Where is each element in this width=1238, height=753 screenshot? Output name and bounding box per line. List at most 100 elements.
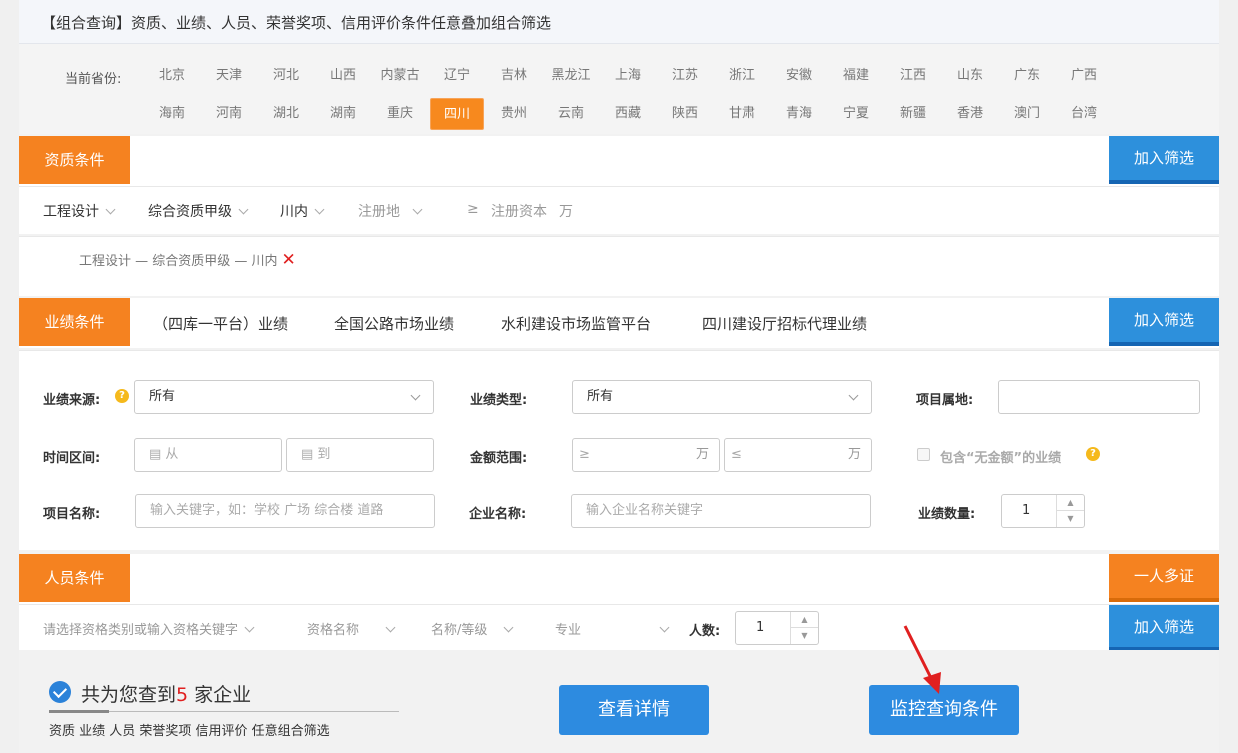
chevron-down-icon[interactable]: ▼ bbox=[791, 628, 818, 644]
help-icon[interactable]: ? bbox=[115, 389, 129, 403]
tab-perf-2[interactable]: 水利建设市场监管平台 bbox=[501, 313, 651, 334]
cert-name-dropdown[interactable]: 资格名称 bbox=[307, 619, 396, 638]
province-item[interactable]: 台湾 bbox=[1057, 98, 1111, 130]
province-item[interactable]: 西藏 bbox=[601, 98, 655, 130]
province-item[interactable]: 北京 bbox=[145, 60, 199, 92]
count-label: 业绩数量: bbox=[918, 507, 976, 522]
qual-regplace-dropdown[interactable]: 注册地 bbox=[358, 201, 423, 221]
location-input[interactable] bbox=[998, 380, 1200, 414]
province-item[interactable]: 吉林 bbox=[487, 60, 541, 92]
calendar-icon: ▤ bbox=[149, 447, 166, 462]
time-label: 时间区间: bbox=[43, 451, 101, 466]
type-select[interactable]: 所有 bbox=[572, 380, 872, 414]
province-item[interactable]: 广西 bbox=[1057, 60, 1111, 92]
performance-add-button[interactable]: 加入筛选 bbox=[1109, 298, 1219, 346]
close-icon[interactable]: ✕ bbox=[282, 250, 296, 270]
province-item[interactable]: 贵州 bbox=[487, 98, 541, 130]
province-item[interactable]: 福建 bbox=[829, 60, 883, 92]
perf-count-value: 1 bbox=[1022, 503, 1031, 518]
type-value: 所有 bbox=[587, 389, 614, 404]
qual-category-value: 工程设计 bbox=[43, 204, 99, 220]
perf-count-stepper[interactable]: 1 ▲ ▼ bbox=[1001, 494, 1085, 528]
tab-perf-0[interactable]: （四库一平台）业绩 bbox=[153, 313, 288, 334]
province-item[interactable]: 浙江 bbox=[715, 60, 769, 92]
province-item[interactable]: 陕西 bbox=[658, 98, 712, 130]
province-item[interactable]: 山西 bbox=[316, 60, 370, 92]
staff-filter-row: 请选择资格类别或输入资格关键字 资格名称 名称/等级 专业 人数: 1 ▲ ▼ 加… bbox=[19, 604, 1219, 651]
multi-cert-button[interactable]: 一人多证 bbox=[1109, 554, 1219, 602]
qual-capital-unit: 万 bbox=[559, 204, 573, 220]
amount-min-input[interactable]: ≥ 万 bbox=[572, 438, 720, 472]
province-item[interactable]: 河北 bbox=[259, 60, 313, 92]
divider bbox=[49, 710, 399, 713]
time-to-input[interactable]: ▤ 到 bbox=[286, 438, 434, 472]
staff-count-stepper[interactable]: 1 ▲ ▼ bbox=[735, 611, 819, 645]
province-item[interactable]: 内蒙古 bbox=[373, 60, 427, 92]
province-item[interactable]: 云南 bbox=[544, 98, 598, 130]
company-input[interactable]: 输入企业名称关键字 bbox=[571, 494, 871, 528]
chevron-down-icon bbox=[238, 204, 249, 215]
qual-category-dropdown[interactable]: 工程设计 bbox=[43, 201, 116, 221]
qual-region-dropdown[interactable]: 川内 bbox=[280, 201, 325, 221]
province-item[interactable]: 重庆 bbox=[373, 98, 427, 130]
province-item[interactable]: 辽宁 bbox=[430, 60, 484, 92]
qual-level-dropdown[interactable]: 综合资质甲级 bbox=[148, 201, 249, 221]
chevron-down-icon bbox=[503, 622, 514, 633]
cert-level-dropdown[interactable]: 名称/等级 bbox=[431, 619, 514, 638]
staff-add-button[interactable]: 加入筛选 bbox=[1109, 605, 1219, 651]
amount-max-input[interactable]: ≤ 万 bbox=[724, 438, 872, 472]
province-item[interactable]: 河南 bbox=[202, 98, 256, 130]
time-from-placeholder: 从 bbox=[165, 447, 179, 462]
chevron-down-icon bbox=[105, 204, 116, 215]
province-item[interactable]: 宁夏 bbox=[829, 98, 883, 130]
amount-le: ≤ bbox=[731, 447, 742, 462]
qualification-add-button[interactable]: 加入筛选 bbox=[1109, 136, 1219, 184]
qual-capital-input[interactable]: 注册资本 bbox=[491, 201, 547, 221]
source-select[interactable]: 所有 bbox=[134, 380, 434, 414]
project-input[interactable]: 输入关键字，如：学校 广场 综合楼 道路 bbox=[135, 494, 435, 528]
province-item[interactable]: 新疆 bbox=[886, 98, 940, 130]
result-suffix: 家企业 bbox=[188, 684, 252, 706]
include-no-amount-checkbox[interactable] bbox=[917, 448, 930, 461]
qualification-filter-row: 工程设计 综合资质甲级 川内 注册地 ≥ 注册资本 万 bbox=[19, 186, 1219, 234]
chevron-up-icon[interactable]: ▲ bbox=[1057, 495, 1084, 511]
province-item[interactable]: 江苏 bbox=[658, 60, 712, 92]
chevron-up-icon[interactable]: ▲ bbox=[791, 612, 818, 628]
province-item[interactable]: 湖北 bbox=[259, 98, 313, 130]
province-item[interactable]: 青海 bbox=[772, 98, 826, 130]
calendar-icon: ▤ bbox=[301, 447, 318, 462]
company-label: 企业名称: bbox=[469, 507, 527, 522]
chevron-down-icon bbox=[410, 390, 421, 401]
amount-min-unit: 万 bbox=[695, 447, 709, 462]
cert-category-dropdown[interactable]: 请选择资格类别或输入资格关键字 bbox=[43, 619, 255, 638]
tab-perf-3[interactable]: 四川建设厅招标代理业绩 bbox=[702, 313, 867, 334]
province-item[interactable]: 黑龙江 bbox=[544, 60, 598, 92]
province-item[interactable]: 四川 bbox=[430, 98, 484, 130]
major-dropdown[interactable]: 专业 bbox=[555, 619, 670, 638]
qual-region-value: 川内 bbox=[280, 204, 308, 220]
help-icon[interactable]: ? bbox=[1086, 447, 1100, 461]
staff-tag: 人员条件 bbox=[19, 554, 130, 602]
chevron-down-icon[interactable]: ▼ bbox=[1057, 511, 1084, 527]
province-item[interactable]: 江西 bbox=[886, 60, 940, 92]
province-item[interactable]: 上海 bbox=[601, 60, 655, 92]
page-title: 【组合查询】资质、业绩、人员、荣誉奖项、信用评价条件任意叠加组合筛选 bbox=[41, 14, 552, 32]
tab-perf-1[interactable]: 全国公路市场业绩 bbox=[334, 313, 454, 334]
location-label: 项目属地: bbox=[916, 393, 974, 408]
province-selector: 当前省份: 北京 天津 河北 山西 内蒙古 辽宁 吉林 黑龙江 上海 江苏 浙江 安徽 福建 江西 山东 广东… bbox=[19, 44, 1219, 134]
stepper-arrows: ▲ ▼ bbox=[790, 612, 818, 644]
province-item[interactable]: 安徽 bbox=[772, 60, 826, 92]
view-details-button[interactable]: 查看详情 bbox=[559, 685, 709, 735]
major-value: 专业 bbox=[555, 623, 582, 638]
province-item[interactable]: 海南 bbox=[145, 98, 199, 130]
province-item[interactable]: 山东 bbox=[943, 60, 997, 92]
header-bar: 【组合查询】资质、业绩、人员、荣誉奖项、信用评价条件任意叠加组合筛选 bbox=[19, 0, 1219, 44]
province-item[interactable]: 澳门 bbox=[1000, 98, 1054, 130]
province-item[interactable]: 甘肃 bbox=[715, 98, 769, 130]
province-item[interactable]: 天津 bbox=[202, 60, 256, 92]
province-item[interactable]: 香港 bbox=[943, 98, 997, 130]
province-item[interactable]: 广东 bbox=[1000, 60, 1054, 92]
time-from-input[interactable]: ▤ 从 bbox=[134, 438, 282, 472]
stepper-arrows: ▲ ▼ bbox=[1056, 495, 1084, 527]
province-item[interactable]: 湖南 bbox=[316, 98, 370, 130]
